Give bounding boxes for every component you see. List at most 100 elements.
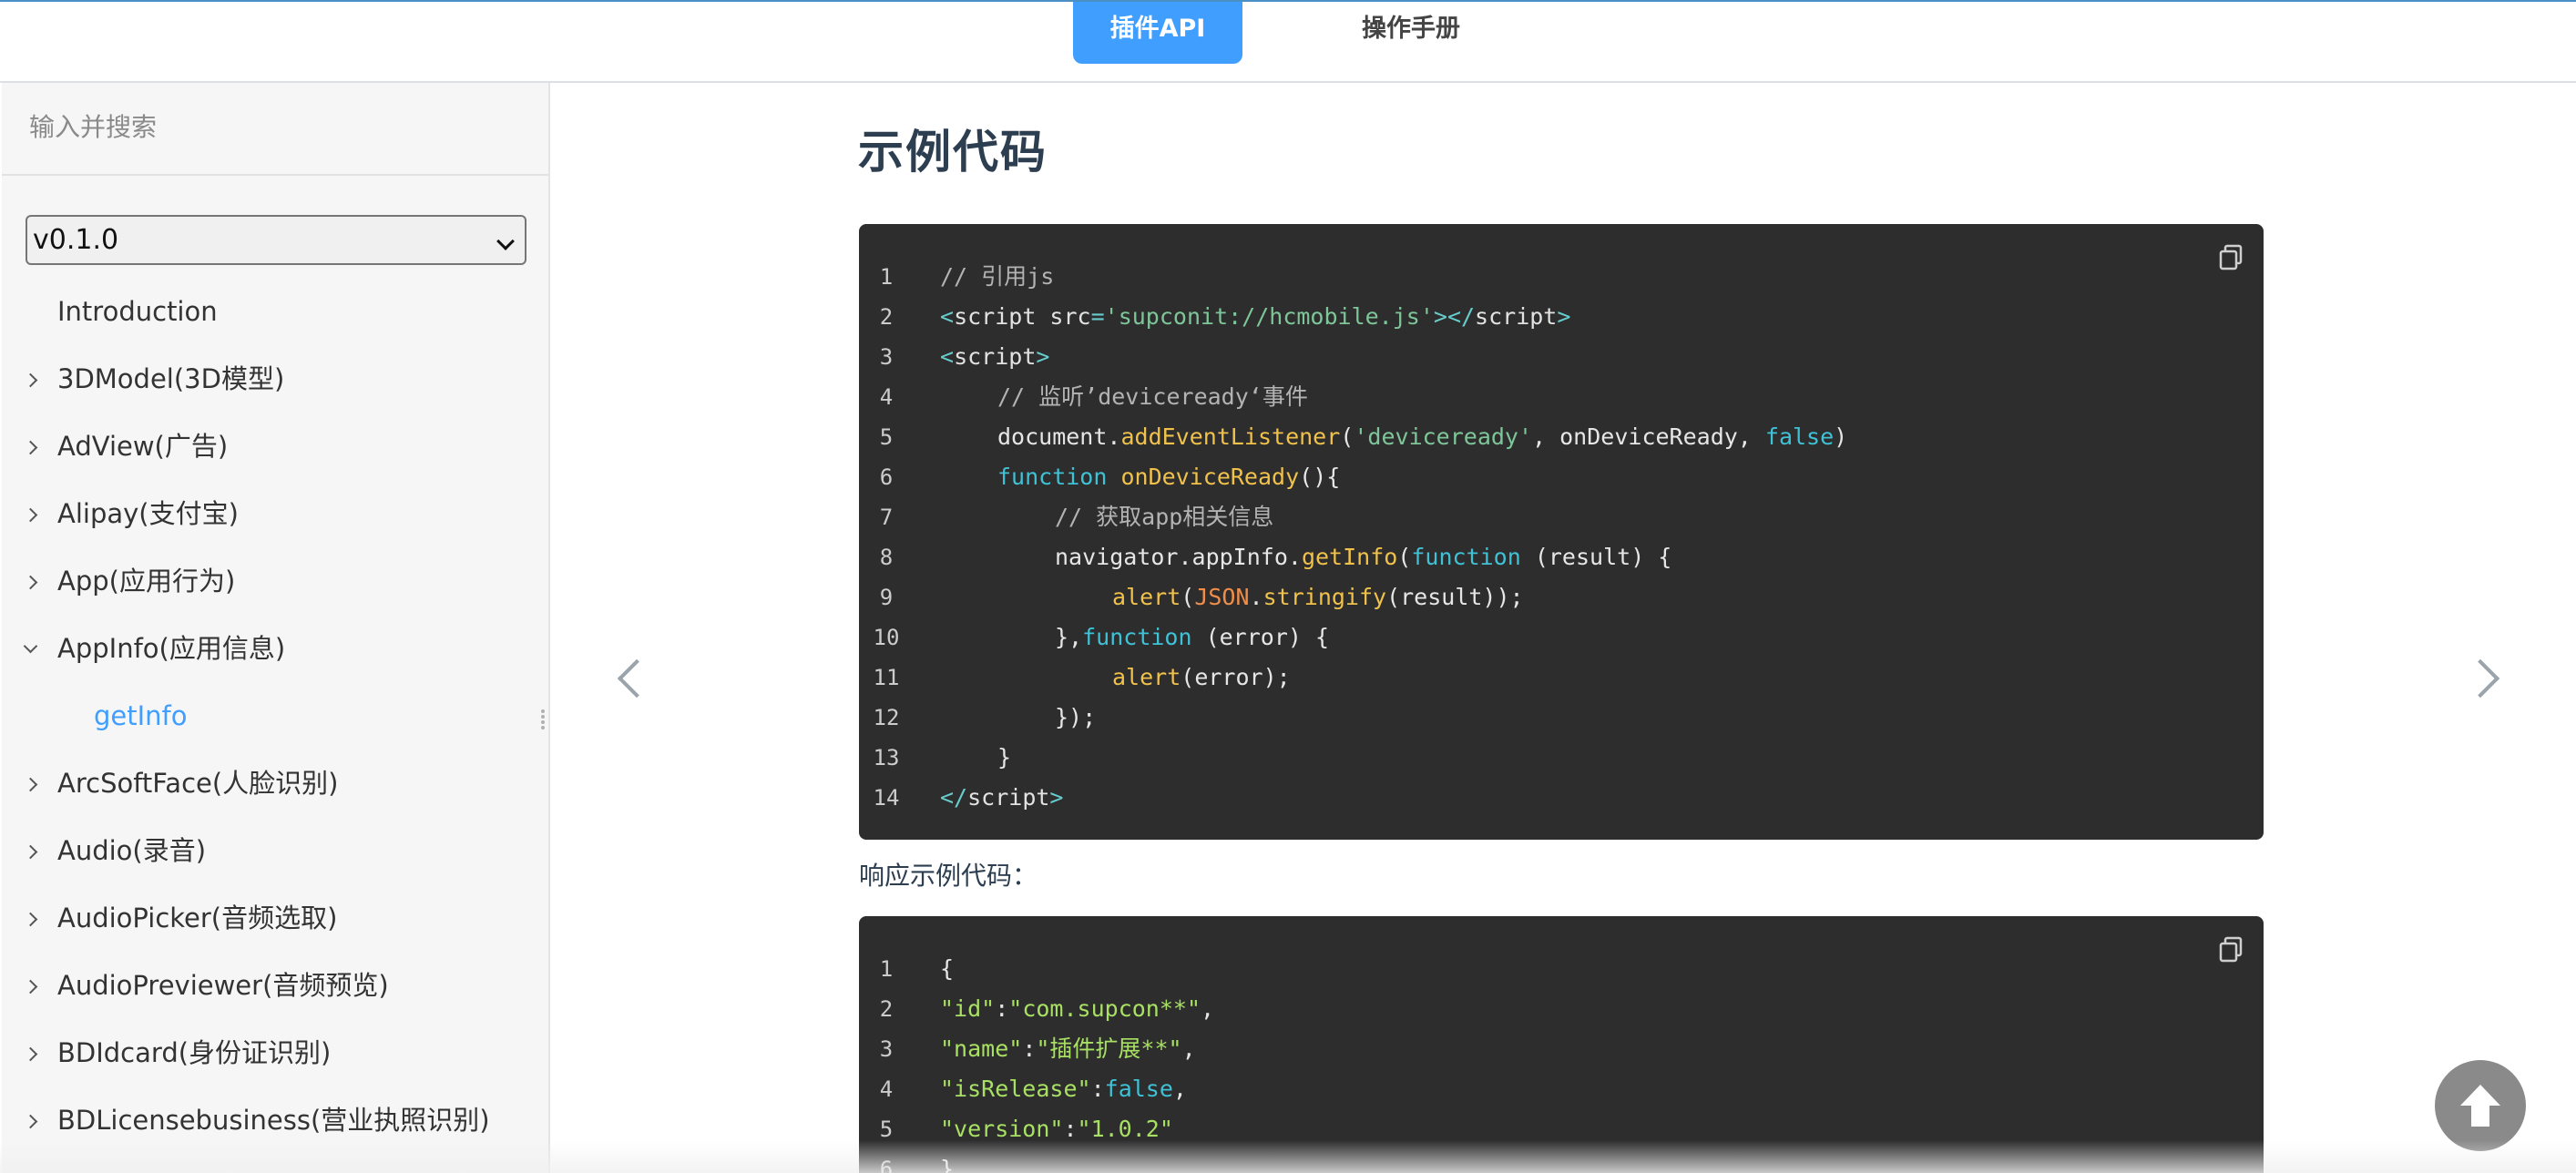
copy-icon[interactable] [2218, 244, 2244, 271]
code-text: } [940, 1156, 955, 1173]
code-text: <script src='supconit://hcmobile.js'></s… [940, 297, 1570, 337]
tab-plugin-api[interactable]: 插件API [1073, 2, 1242, 64]
code-token: ></ [1433, 303, 1476, 330]
code-token: "插件扩展**" [1036, 1035, 1182, 1062]
code-token: script [967, 784, 1050, 811]
sidebar-item-audio[interactable]: Audio(录音) [2, 817, 548, 884]
sidebar-item-label: Introduction [57, 296, 218, 327]
code-token: ) [1834, 423, 1848, 450]
code-token: getInfo [1301, 544, 1398, 570]
code-text: function onDeviceReady(){ [997, 457, 1340, 497]
code-token: ( [1181, 584, 1195, 610]
line-number: 14 [873, 785, 900, 811]
line-number: 3 [879, 344, 894, 370]
sidebar-item-app[interactable]: App(应用行为) [2, 547, 548, 615]
code-token: function [997, 464, 1108, 490]
code-token: stringify [1262, 584, 1387, 610]
version-select[interactable]: v0.1.0 [26, 215, 526, 265]
chevron-right-icon [23, 979, 38, 994]
chevron-right-icon [23, 575, 38, 590]
code-token: , onDeviceReady, [1532, 423, 1765, 450]
code-token: > [1049, 784, 1064, 811]
main-content: 示例代码 1// 引用js 2 <script src='supconit://h… [552, 83, 2576, 1173]
chevron-down-icon [496, 232, 515, 250]
sidebar-item-arcsoftface[interactable]: ArcSoftFace(人脸识别) [2, 750, 548, 817]
back-to-top-button[interactable] [2435, 1060, 2526, 1151]
code-text: // 获取app相关信息 [1055, 504, 1274, 530]
code-token: JSON [1194, 584, 1250, 610]
code-token: addEventListener [1120, 423, 1341, 450]
sidebar-item-label: Alipay(支付宝) [57, 498, 239, 529]
sidebar-item-bdlicensebusiness[interactable]: BDLicensebusiness(营业执照识别) [2, 1086, 548, 1154]
code-text: "version":"1.0.2" [940, 1109, 1173, 1149]
code-text: navigator.appInfo.getInfo(function (resu… [1055, 537, 1671, 577]
line-number: 1 [879, 264, 894, 290]
line-number: 12 [873, 705, 900, 730]
chevron-right-icon[interactable] [2460, 658, 2500, 699]
code-token: ( [1397, 544, 1412, 570]
sidebar-item-label: AudioPicker(音频选取) [57, 903, 338, 933]
code-token: "name" [940, 1035, 1023, 1062]
code-token: script [954, 343, 1037, 370]
sidebar-item-3dmodel[interactable]: 3DModel(3D模型) [2, 345, 548, 413]
sidebar-item-adview[interactable]: AdView(广告) [2, 413, 548, 480]
line-number: 2 [879, 996, 894, 1022]
code-token: </ [940, 784, 968, 811]
code-token: false [1764, 423, 1835, 450]
code-text: </script> [940, 778, 1063, 818]
sidebar-item-getinfo[interactable]: getInfo [2, 682, 548, 750]
line-number: 4 [879, 1076, 894, 1102]
sidebar-item-audiopreviewer[interactable]: AudioPreviewer(音频预览) [2, 952, 548, 1019]
sidebar-item-label: AdView(广告) [57, 431, 229, 462]
copy-icon[interactable] [2218, 936, 2244, 964]
arrow-up-icon [2460, 1085, 2500, 1127]
code-token: : [1063, 1116, 1078, 1142]
code-token: ( [1340, 423, 1354, 450]
code-token: alert [1112, 584, 1181, 610]
code-token: 'supconit://hcmobile.js' [1104, 303, 1434, 330]
sidebar-resize-handle[interactable] [540, 708, 546, 733]
code-text: // 监听’deviceready‘事件 [997, 383, 1308, 410]
sidebar-item-introduction[interactable]: Introduction [2, 278, 548, 345]
code-token: 'deviceready' [1354, 423, 1533, 450]
sidebar-item-bdidcard[interactable]: BDIdcard(身份证识别) [2, 1019, 548, 1086]
code-token: function [1411, 544, 1521, 570]
code-token: script [954, 303, 1037, 330]
sidebar-item-label: AudioPreviewer(音频预览) [57, 970, 389, 1001]
chevron-right-icon [23, 440, 38, 455]
sidebar-item-alipay[interactable]: Alipay(支付宝) [2, 480, 548, 547]
code-text: } [997, 744, 1012, 770]
code-token: < [940, 343, 955, 370]
sidebar-menu: Introduction 3DModel(3D模型) AdView(广告) Al… [2, 278, 548, 1154]
code-token: , [1181, 1035, 1196, 1062]
code-token: alert [1112, 664, 1181, 690]
chevron-left-icon[interactable] [617, 658, 657, 699]
chevron-right-icon [23, 507, 38, 523]
sidebar-item-label: BDIdcard(身份证识别) [57, 1037, 332, 1068]
tab-manual[interactable]: 操作手册 [1324, 2, 1498, 64]
sidebar-item-audiopicker[interactable]: AudioPicker(音频选取) [2, 884, 548, 952]
code-token: "isRelease" [940, 1076, 1091, 1102]
line-number: 6 [879, 1157, 894, 1173]
sidebar-item-label: Audio(录音) [57, 835, 207, 866]
code-token: < [940, 303, 955, 330]
search-input[interactable]: 输入并搜索 [2, 83, 548, 176]
code-text: "name":"插件扩展**", [940, 1029, 1196, 1069]
line-number: 9 [879, 585, 894, 610]
sidebar-item-label: BDLicensebusiness(营业执照识别) [57, 1105, 490, 1136]
chevron-right-icon [23, 777, 38, 792]
line-number: 7 [879, 505, 894, 530]
code-token: , [1201, 995, 1215, 1022]
code-token: document. [997, 423, 1121, 450]
line-number: 5 [879, 1117, 894, 1142]
code-token: "version" [940, 1116, 1064, 1142]
code-token: "com.supcon**" [1008, 995, 1201, 1022]
sidebar-item-label: App(应用行为) [57, 566, 236, 597]
line-number: 8 [879, 545, 894, 570]
code-text: "id":"com.supcon**", [940, 989, 1214, 1029]
sidebar-item-appinfo[interactable]: AppInfo(应用信息) [2, 615, 548, 682]
chevron-right-icon [23, 844, 38, 860]
line-number: 3 [879, 1036, 894, 1062]
line-number: 11 [873, 665, 900, 690]
code-token: false [1104, 1076, 1173, 1102]
